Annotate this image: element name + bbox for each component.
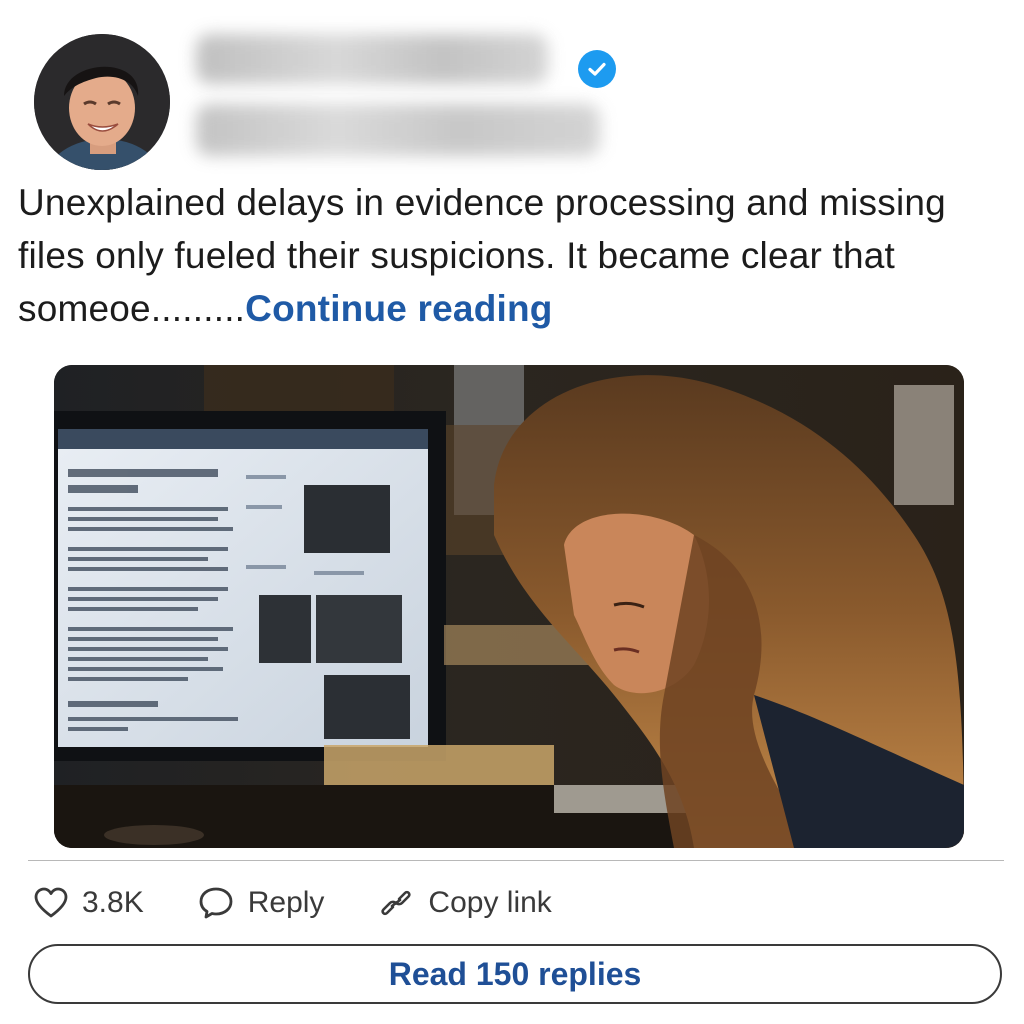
author-avatar[interactable] <box>34 34 170 170</box>
like-count: 3.8K <box>82 886 144 919</box>
reply-label: Reply <box>247 886 325 919</box>
author-handle-blurred <box>196 104 600 156</box>
post-photo <box>54 365 964 848</box>
read-replies-label: Read 150 replies <box>388 955 642 992</box>
divider <box>28 860 1004 861</box>
reply-button[interactable]: Reply <box>198 886 325 920</box>
read-replies-button[interactable]: Read 150 replies <box>28 944 1002 1004</box>
like-button[interactable]: 3.8K <box>34 886 144 920</box>
link-icon <box>381 890 412 916</box>
continue-reading-link[interactable]: Continue reading <box>245 288 552 329</box>
copy-link-button[interactable]: Copy link <box>378 886 552 920</box>
author-name-blurred[interactable] <box>196 34 548 84</box>
copy-link-label: Copy link <box>428 886 552 919</box>
heart-icon <box>34 887 68 918</box>
verified-badge-icon <box>578 50 616 88</box>
reply-bubble-icon <box>199 887 233 919</box>
action-bar: 3.8K Reply Copy link <box>34 880 606 926</box>
post-image[interactable] <box>54 365 964 848</box>
post-text: Unexplained delays in evidence processin… <box>18 176 1008 335</box>
avatar-photo <box>34 34 170 170</box>
